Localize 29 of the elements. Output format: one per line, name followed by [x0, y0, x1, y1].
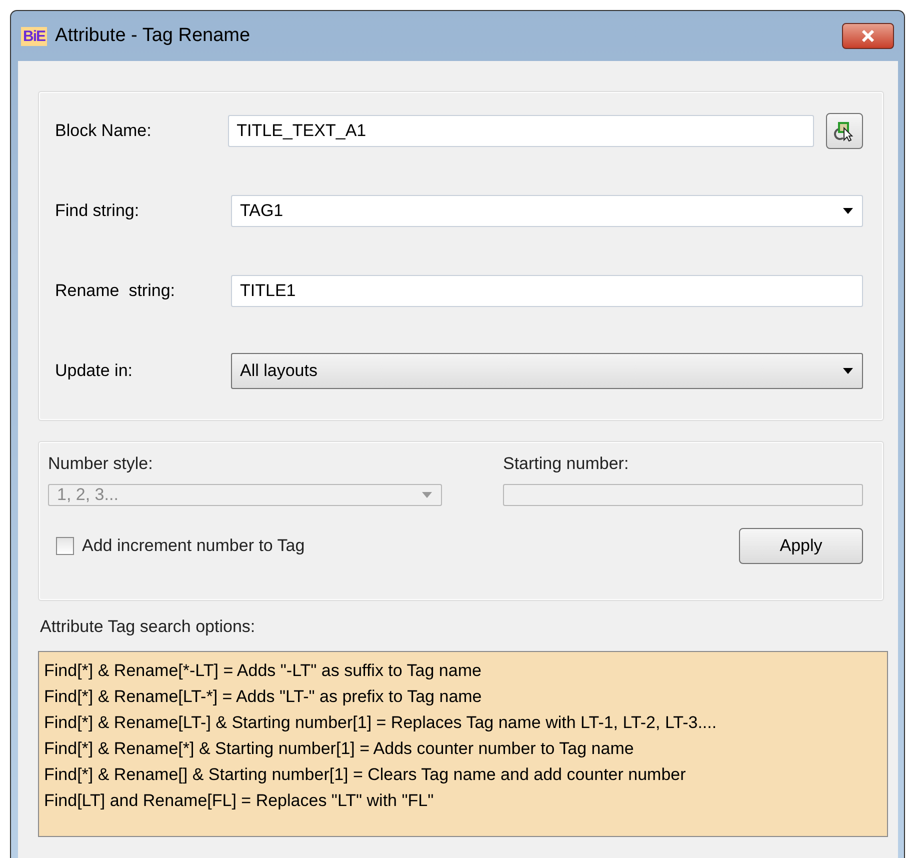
apply-button[interactable]: Apply — [739, 528, 863, 564]
app-logo: BiE — [21, 26, 48, 46]
field-label: Find string: — [55, 201, 140, 221]
option-line: Find[*] & Rename[*] & Starting number[1] = Adds counter number to Tag name — [44, 738, 635, 760]
section-label: Attribute Tag search options: — [40, 617, 256, 637]
pick-object-icon — [833, 120, 856, 142]
dropdown-arrow-icon — [421, 491, 433, 499]
pick-block-button[interactable] — [826, 113, 863, 149]
field-label: Block Name: — [55, 121, 152, 141]
option-line: Find[*] & Rename[LT-] & Starting number[1] = Replaces Tag name with LT-1, LT-2, LT-3.... — [44, 712, 718, 734]
option-line: Find[*] & Rename[] & Starting number[1] = Clears Tag name and add counter number — [44, 764, 687, 786]
window-title: Attribute - Tag Rename — [55, 25, 252, 47]
close-icon — [860, 30, 876, 42]
close-button[interactable] — [842, 23, 894, 49]
option-line: Find[LT] and Rename[FL] = Replaces "LT" with "FL" — [44, 790, 435, 812]
field-label: Starting number: — [503, 454, 630, 474]
option-line: Find[*] & Rename[LT-*] = Adds "LT-" as prefix to Tag name — [44, 686, 483, 708]
dropdown[interactable]: All layouts — [231, 353, 863, 389]
field-label: Rename string: — [55, 281, 176, 301]
text-field[interactable]: TITLE_TEXT_A1 — [228, 115, 814, 147]
field-label: Update in: — [55, 361, 134, 381]
dropdown-arrow-icon — [842, 207, 854, 215]
field-label: Number style: — [48, 454, 154, 474]
option-line: Find[*] & Rename[*-LT] = Adds "-LT" as suffix to Tag name — [44, 660, 482, 682]
combo-box[interactable]: TAG1 — [231, 195, 863, 227]
checkbox-label: Add increment number to Tag — [82, 536, 305, 556]
checkbox[interactable] — [56, 537, 74, 555]
text-field[interactable]: TITLE1 — [231, 275, 863, 307]
dropdown-arrow-icon — [842, 367, 854, 375]
